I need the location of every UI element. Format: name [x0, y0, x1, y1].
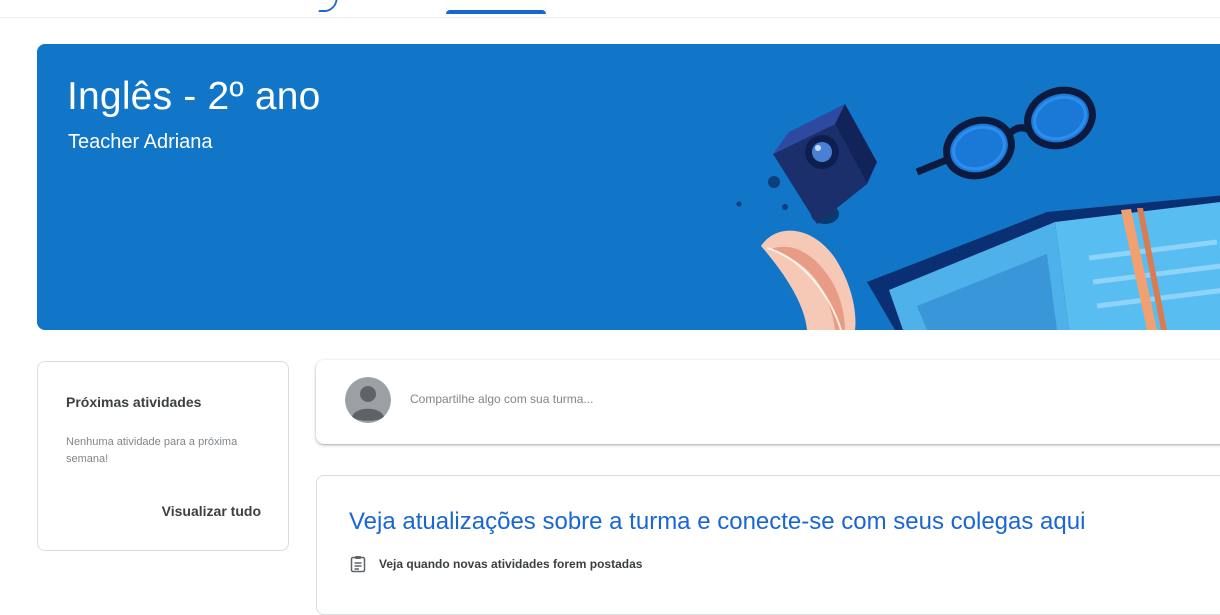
ink-bottle-icon [773, 104, 877, 224]
quill-icon [761, 230, 856, 330]
open-book-icon [867, 195, 1220, 330]
assignment-icon [350, 556, 366, 573]
class-title: Inglês - 2º ano [67, 75, 321, 118]
top-header [0, 0, 1220, 18]
header-logo-fragment-icon [318, 0, 338, 12]
ink-drop [782, 204, 788, 210]
view-all-link[interactable]: Visualizar tudo [162, 503, 261, 519]
upcoming-activities-card: Próximas atividades Nenhuma atividade pa… [37, 361, 289, 551]
stream-info-item-text: Veja quando novas atividades forem posta… [379, 557, 643, 571]
stream-info-heading: Veja atualizações sobre a turma e conect… [349, 508, 1086, 535]
active-tab-indicator [446, 10, 546, 14]
upcoming-title: Próximas atividades [66, 394, 202, 410]
class-banner: Inglês - 2º ano Teacher Adriana [37, 44, 1220, 330]
class-teacher-name: Teacher Adriana [68, 131, 213, 153]
share-with-class-box[interactable]: Compartilhe algo com sua turma... [316, 360, 1220, 444]
upcoming-empty-message: Nenhuma atividade para a próxima semana! [66, 436, 238, 465]
list-item: Veja quando novas atividades forem posta… [349, 555, 642, 573]
ink-drop [768, 176, 780, 188]
stream-info-card: Veja atualizações sobre a turma e conect… [316, 475, 1220, 615]
banner-illustration [736, 86, 1220, 330]
ink-drop [736, 201, 742, 207]
share-input-placeholder[interactable]: Compartilhe algo com sua turma... [410, 392, 593, 406]
default-avatar-icon [345, 377, 391, 423]
avatar [345, 377, 391, 423]
